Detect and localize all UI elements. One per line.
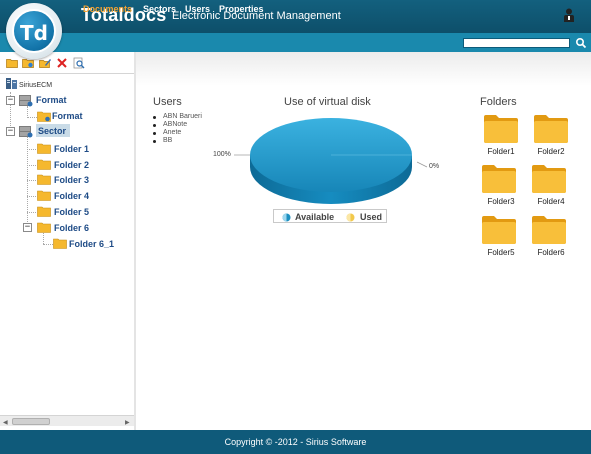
user-item[interactable]: Anete <box>163 129 181 136</box>
folder-label[interactable]: Folder6 <box>529 248 573 257</box>
cabinet-icon <box>19 126 33 138</box>
edit-icon[interactable] <box>39 57 51 69</box>
tree-line <box>27 137 28 228</box>
disk-chart-title: Use of virtual disk <box>284 96 371 108</box>
tree-line <box>27 149 36 150</box>
search-input[interactable] <box>463 38 570 48</box>
tree-item-folder-2[interactable]: Folder 2 <box>54 160 89 170</box>
users-title: Users <box>153 96 182 108</box>
disk-chart-legend: Available Used <box>273 209 387 223</box>
folders-title: Folders <box>480 96 517 108</box>
collapse-toggle[interactable]: − <box>23 223 32 232</box>
bullet <box>153 124 156 127</box>
folder-label[interactable]: Folder2 <box>529 147 573 156</box>
tree-item-folder-4[interactable]: Folder 4 <box>54 191 89 201</box>
search-icon[interactable] <box>575 37 587 49</box>
bullet <box>153 132 156 135</box>
folder-label[interactable]: Folder1 <box>479 147 523 156</box>
folder-icon[interactable] <box>481 215 517 245</box>
server-icon <box>6 78 17 89</box>
tree-root-label[interactable]: SiriusECM <box>19 82 52 89</box>
user-item[interactable]: ABNote <box>163 121 187 128</box>
tree-line <box>27 180 36 181</box>
copyright-text: Copyright © -2012 - Sirius Software <box>224 437 367 447</box>
cabinet-icon <box>19 95 33 107</box>
tree-item-folder-1[interactable]: Folder 1 <box>54 144 89 154</box>
legend-available-label: Available <box>295 212 335 222</box>
folder-label[interactable]: Folder3 <box>479 197 523 206</box>
tree-line <box>27 165 36 166</box>
tree-item-folder-6-1[interactable]: Folder 6_1 <box>69 239 114 249</box>
open-folder-icon[interactable] <box>6 57 18 69</box>
tree-item-folder-5[interactable]: Folder 5 <box>54 207 89 217</box>
tree-item-folder-6[interactable]: Folder 6 <box>54 223 89 233</box>
collapse-toggle[interactable]: − <box>6 96 15 105</box>
legend-available-swatch <box>282 213 291 222</box>
tree-horizontal-scrollbar[interactable]: ◀ ▶ <box>0 415 134 426</box>
legend-used-label: Used <box>360 212 383 222</box>
folder-icon <box>37 143 51 154</box>
nav-documents[interactable]: Documents <box>83 4 132 14</box>
nav-users[interactable]: Users <box>185 4 210 14</box>
delete-icon[interactable] <box>56 57 68 69</box>
folder-icon[interactable] <box>533 114 569 144</box>
folder-icon[interactable] <box>531 215 567 245</box>
tree-item-folder-3[interactable]: Folder 3 <box>54 175 89 185</box>
folder-icon <box>37 159 51 170</box>
nav-properties[interactable]: Properties <box>219 4 264 14</box>
user-item[interactable]: BB <box>163 137 172 144</box>
tree-item-sector[interactable]: Sector <box>38 126 66 136</box>
app-logo[interactable]: Td <box>6 3 62 59</box>
legend-used-swatch <box>346 213 355 222</box>
pie-label-available: 100% <box>213 151 231 158</box>
folder-icon <box>37 222 51 233</box>
tree-line <box>43 233 44 244</box>
folder-icon <box>37 190 51 201</box>
tree-line <box>43 244 53 245</box>
folder-icon <box>37 206 51 217</box>
folder-icon[interactable] <box>483 114 519 144</box>
scrollbar-thumb[interactable] <box>12 418 50 425</box>
app-footer: Copyright © -2012 - Sirius Software <box>0 430 591 454</box>
tree-line <box>27 196 36 197</box>
folder-icon <box>53 238 67 249</box>
collapse-toggle[interactable]: − <box>6 127 15 136</box>
nav-sectors[interactable]: Sectors <box>143 4 176 14</box>
folder-icon[interactable] <box>531 164 567 194</box>
scroll-left-arrow-icon[interactable]: ◀ <box>3 419 8 426</box>
tree-item-format-group[interactable]: Format <box>36 95 67 105</box>
bullet <box>153 116 156 119</box>
folder-icon <box>37 174 51 185</box>
folder-label[interactable]: Folder4 <box>529 197 573 206</box>
user-item[interactable]: ABN Barueri <box>163 113 202 120</box>
tree-line <box>27 117 37 118</box>
pie-label-used: 0% <box>429 163 440 170</box>
logo-text: Td <box>12 9 56 53</box>
bullet <box>153 140 156 143</box>
scroll-right-arrow-icon[interactable]: ▶ <box>125 419 130 426</box>
tree-item-format[interactable]: Format <box>52 111 83 121</box>
user-icon[interactable] <box>563 8 575 22</box>
folder-label[interactable]: Folder5 <box>479 248 523 257</box>
folder-icon[interactable] <box>481 164 517 194</box>
find-icon[interactable] <box>73 57 85 69</box>
pie-leader-lines <box>234 154 428 168</box>
folder-icon <box>37 111 51 122</box>
tree-line <box>27 212 36 213</box>
dashboard-main <box>136 52 591 430</box>
